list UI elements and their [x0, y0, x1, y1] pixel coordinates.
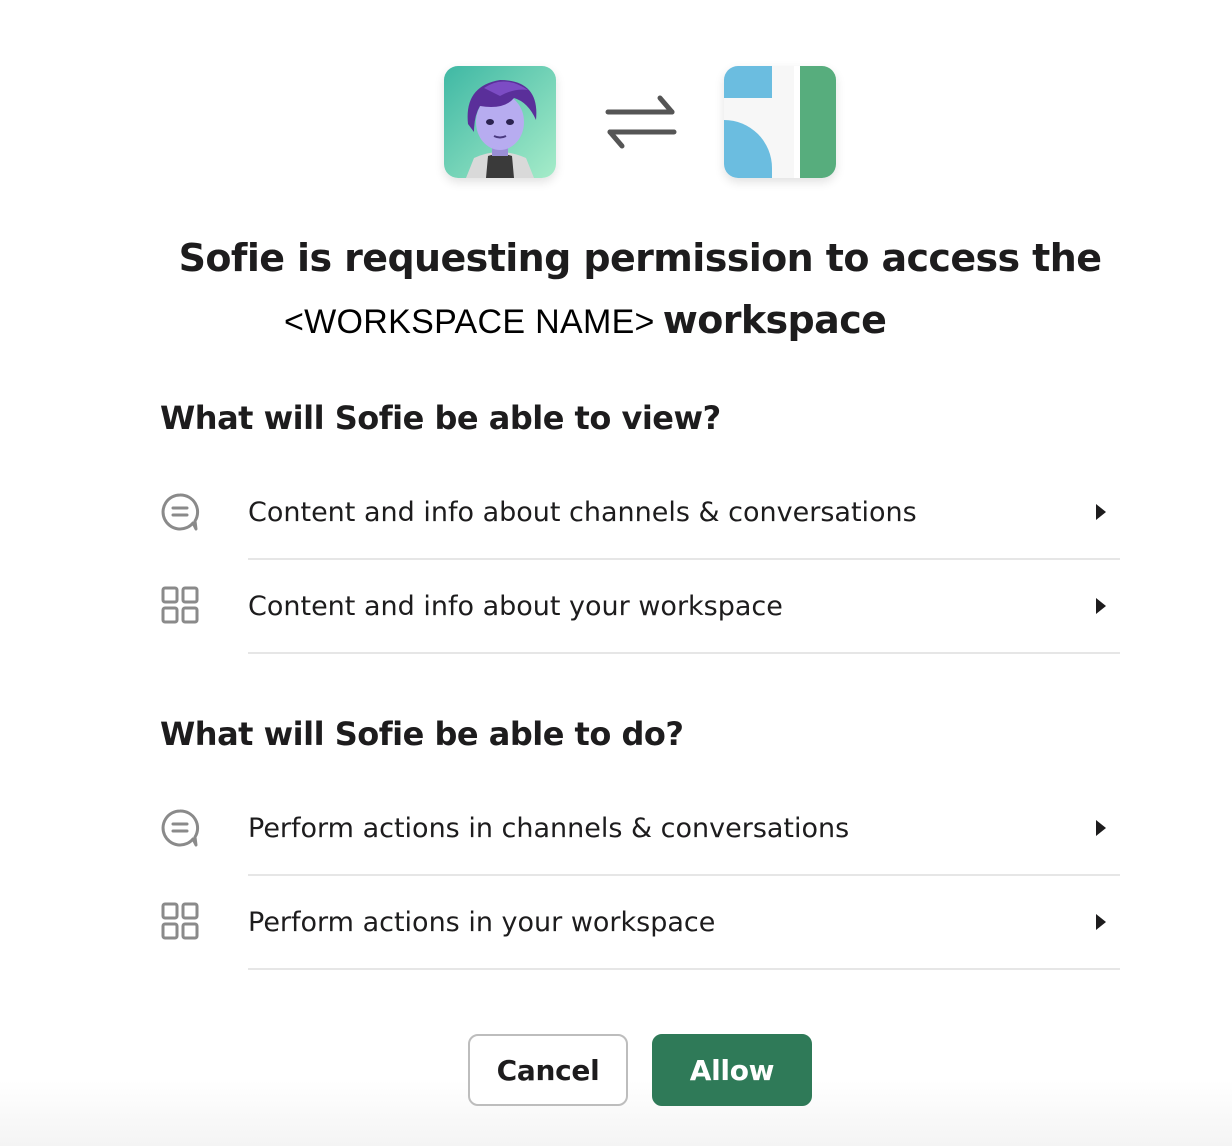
permission-item-do-channels[interactable]: Perform actions in channels & conversati…: [160, 782, 1120, 876]
permission-label: Content and info about your workspace: [248, 591, 783, 622]
permission-item-do-workspace[interactable]: Perform actions in your workspace: [160, 876, 1120, 970]
divider: [248, 968, 1120, 970]
grid-icon: [160, 901, 200, 941]
caret-right-icon[interactable]: [1094, 597, 1108, 615]
caret-right-icon[interactable]: [1094, 503, 1108, 521]
swap-arrows-icon: [604, 92, 678, 152]
caret-right-icon[interactable]: [1094, 819, 1108, 837]
workspace-name-placeholder: <WORKSPACE NAME>: [284, 303, 655, 341]
oauth-permission-page: Sofie is requesting permission to access…: [0, 0, 1232, 1146]
allow-button[interactable]: Allow: [652, 1034, 812, 1106]
permission-label: Perform actions in channels & conversati…: [248, 813, 850, 844]
workspace-word: workspace: [662, 298, 887, 342]
do-section-heading: What will Sofie be able to do?: [160, 715, 684, 753]
permission-item-view-channels[interactable]: Content and info about channels & conver…: [160, 466, 1120, 560]
title-workspace-line: <WORKSPACE NAME> workspace: [284, 294, 887, 355]
permission-item-view-workspace[interactable]: Content and info about your workspace: [160, 560, 1120, 654]
permission-title: Sofie is requesting permission to access…: [0, 232, 1232, 284]
view-section-heading: What will Sofie be able to view?: [160, 399, 721, 437]
app-connection-header: [444, 66, 836, 178]
divider: [248, 652, 1120, 654]
grid-icon: [160, 585, 200, 625]
permission-label: Content and info about channels & conver…: [248, 497, 917, 528]
title-line: Sofie is requesting permission to access…: [178, 236, 1102, 280]
workspace-logo-icon: [724, 66, 836, 178]
permission-label: Perform actions in your workspace: [248, 907, 716, 938]
chat-bubble-icon: [160, 808, 200, 848]
caret-right-icon[interactable]: [1094, 913, 1108, 931]
cancel-button[interactable]: Cancel: [468, 1034, 628, 1106]
avatar-purple-hair-icon: [444, 66, 556, 178]
chat-bubble-icon: [160, 492, 200, 532]
